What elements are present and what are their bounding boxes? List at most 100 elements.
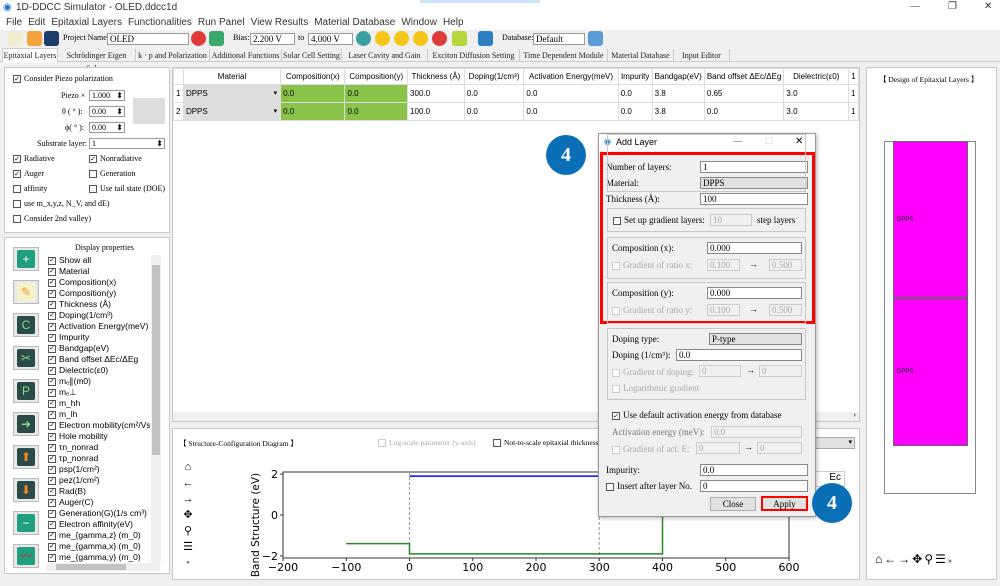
table-cell[interactable]: 1 [847, 84, 860, 103]
list-scrollbar[interactable] [151, 255, 161, 563]
column-header[interactable]: Bandgap(eV) [651, 68, 705, 85]
reload-icon[interactable] [209, 31, 224, 46]
settings-icon[interactable] [356, 31, 371, 46]
layer-block[interactable]: DPPS [893, 141, 968, 298]
column-header[interactable]: 1 [847, 68, 860, 85]
material-cell[interactable]: DPPS ▾ [182, 102, 282, 121]
new-file-icon[interactable] [8, 31, 23, 46]
insert-after-input[interactable]: 0 [700, 480, 808, 492]
dropdown-arrow-icon[interactable]: ▾ [274, 89, 278, 97]
forward-icon[interactable]: → [898, 552, 912, 566]
substrate-input[interactable]: 1 [89, 138, 165, 149]
tab-0[interactable]: Epitaxial Layers [2, 48, 58, 63]
option-checkbox[interactable] [89, 170, 97, 179]
tab-4[interactable]: Solar Cell Setting [282, 49, 342, 62]
display-property-item[interactable]: ✓ Thickness (Å) [46, 299, 150, 310]
menu-item[interactable]: Edit [28, 17, 45, 28]
column-header[interactable]: Thickness (Å) [407, 68, 465, 85]
document-icon[interactable] [133, 98, 165, 124]
table-cell[interactable]: 0.0 [617, 84, 653, 103]
home-icon[interactable]: ⌂ [875, 552, 884, 566]
grad-x-from-input[interactable]: 0.100 [707, 259, 740, 271]
insert-after-checkbox[interactable] [606, 482, 614, 491]
insert-button[interactable]: ➜ [13, 412, 39, 436]
table-cell[interactable]: 1 [173, 84, 184, 103]
option-checkbox[interactable] [13, 200, 21, 209]
tab-6[interactable]: Exciton Diffusion Setting [428, 49, 520, 62]
grad-doping-from-input[interactable]: 0 [699, 365, 741, 377]
list-h-scrollbar[interactable] [46, 563, 160, 571]
display-property-item[interactable]: ✓ τp_nonrad [46, 453, 150, 464]
theta-input[interactable]: 0.00 [89, 106, 125, 117]
option-checkbox[interactable]: ✓ [13, 170, 21, 179]
gradient-layers-checkbox[interactable] [613, 216, 621, 225]
table-cell[interactable]: 0.0 [617, 102, 653, 121]
plot-button[interactable]: 〰 [13, 544, 39, 568]
tab-5[interactable]: Laser Cavity and Gain [342, 49, 428, 62]
table-cell[interactable]: 0.0 [280, 84, 346, 103]
option-checkbox[interactable] [13, 185, 21, 194]
table-cell[interactable]: 0.0 [463, 84, 525, 103]
table-cell[interactable]: 0.0 [703, 102, 785, 121]
grad-act-from-input[interactable]: 0 [696, 442, 740, 454]
refresh-icon[interactable] [191, 31, 206, 46]
comp-x-input[interactable]: 0.000 [707, 242, 802, 254]
database-input[interactable]: Default [533, 33, 585, 45]
grad-x-checkbox[interactable] [612, 261, 620, 270]
grad-y-from-input[interactable]: 0.100 [707, 304, 740, 316]
table-cell[interactable]: 0.65 [703, 84, 785, 103]
table-cell[interactable]: 0.0 [523, 102, 619, 121]
display-property-item[interactable]: ✓ mₑ⊥ [46, 387, 150, 398]
column-header[interactable]: Dielectric(ε0) [783, 68, 849, 85]
table-cell[interactable]: 0.0 [523, 84, 619, 103]
grad-doping-to-input[interactable]: 0 [759, 365, 802, 377]
edit-button[interactable]: ✎ [13, 280, 39, 304]
apply-button[interactable]: Apply [761, 496, 808, 511]
display-property-item[interactable]: ✓ Electron mobility(cm²/Vs) [46, 420, 150, 431]
grad-act-to-input[interactable]: 0 [757, 442, 802, 454]
remove-layer-button[interactable]: − [13, 511, 39, 535]
display-property-item[interactable]: ✓ m_lh [46, 409, 150, 420]
display-property-item[interactable]: ✓ psp(1/cm²) [46, 464, 150, 475]
menu-item[interactable]: Epitaxial Layers [51, 17, 122, 28]
doping-input[interactable]: 0.0 [676, 349, 802, 361]
copy-button[interactable]: C [13, 313, 39, 337]
tab-3[interactable]: Additional Functions [210, 49, 282, 62]
comp-y-input[interactable]: 0.000 [707, 287, 802, 299]
table-cell[interactable]: 0.0 [280, 102, 346, 121]
grad-doping-checkbox[interactable] [612, 368, 620, 377]
column-header[interactable]: Impurity [617, 68, 653, 85]
display-property-item[interactable]: ✓ mₑ∥(m0) [46, 376, 150, 387]
bias-from-input[interactable]: 2.200 V [250, 33, 295, 45]
dropdown-arrow-icon[interactable]: ▾ [274, 107, 278, 115]
bias-to-input[interactable]: 4.000 V [308, 33, 353, 45]
log-gradient-checkbox[interactable] [612, 384, 620, 393]
option-checkbox[interactable]: ✓ [13, 155, 21, 164]
activation-energy-input[interactable]: 0.0 [711, 426, 802, 438]
doping-type-dropdown[interactable]: P-type [709, 333, 802, 345]
run-icon[interactable] [375, 31, 390, 46]
option-checkbox[interactable] [13, 215, 21, 224]
table-cell[interactable]: 3.0 [783, 84, 849, 103]
menu-item[interactable]: Material Database [314, 17, 395, 28]
display-property-item[interactable]: ✓ Band offset ΔEc/ΔEg [46, 354, 150, 365]
grad-act-checkbox[interactable] [612, 445, 620, 454]
minimize-button[interactable]: — [910, 1, 920, 12]
display-property-item[interactable]: ✓ Auger(C) [46, 497, 150, 508]
pan-icon[interactable]: ✥ [912, 552, 924, 566]
close-window-button[interactable]: ✕ [984, 1, 992, 12]
clean-icon[interactable] [452, 31, 467, 46]
display-property-item[interactable]: ✓ me_{gamma,z} (m_0) [46, 530, 150, 541]
display-property-item[interactable]: ✓ Composition(x) [46, 277, 150, 288]
column-header[interactable]: Activation Energy(meV) [523, 68, 619, 85]
table-cell[interactable]: 3.8 [651, 84, 705, 103]
display-property-item[interactable]: ✓ Generation(G)(1/s cm³) [46, 508, 150, 519]
column-header[interactable]: Material [182, 68, 282, 85]
paste-button[interactable]: P [13, 379, 39, 403]
menu-item[interactable]: Help [443, 17, 464, 28]
table-cell[interactable]: 2 [173, 102, 184, 121]
menu-item[interactable]: Run Panel [198, 17, 245, 28]
option-checkbox[interactable] [89, 185, 97, 194]
table-cell[interactable]: 3.8 [651, 102, 705, 121]
thickness-input[interactable]: 100 [700, 193, 808, 205]
